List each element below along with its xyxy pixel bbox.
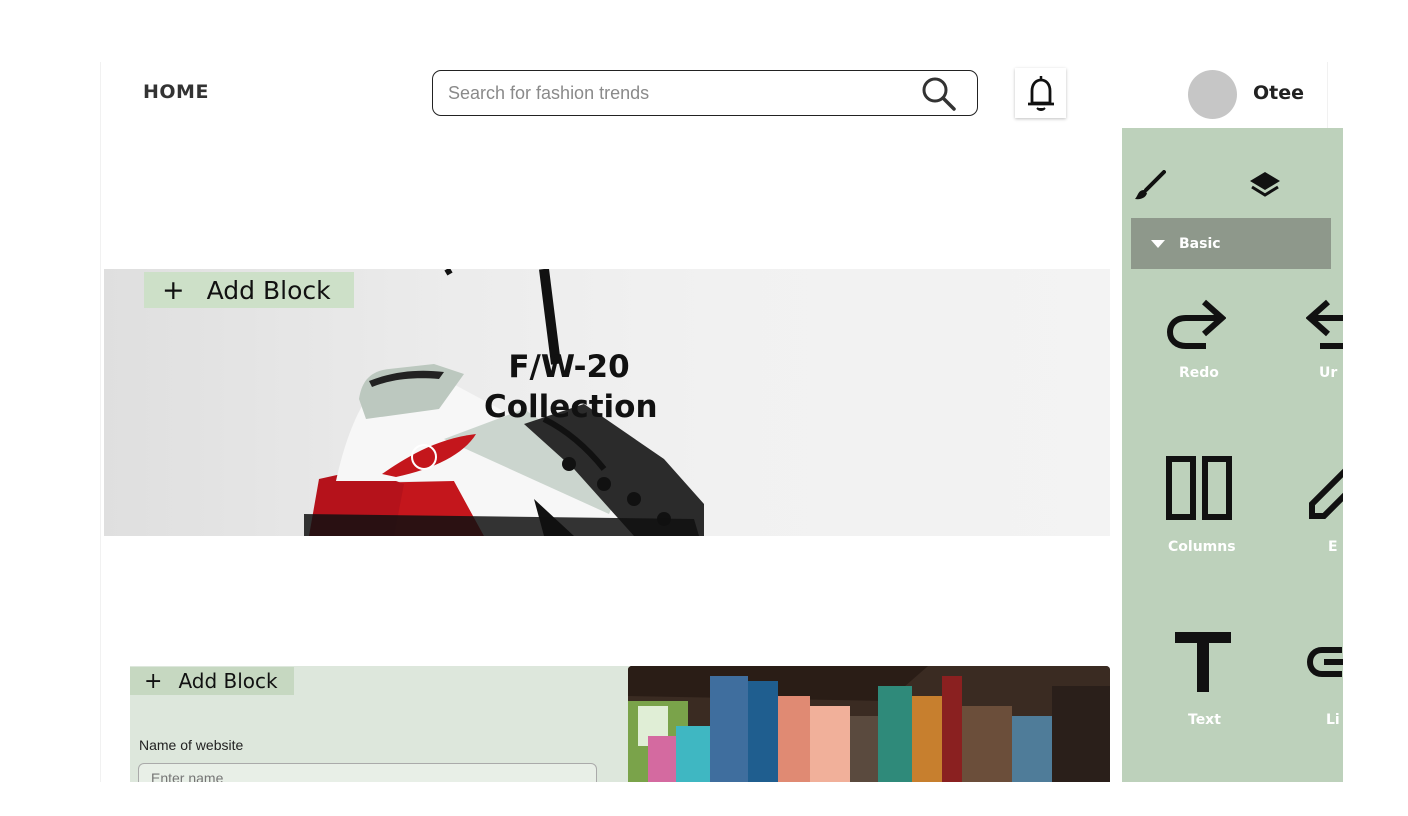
undo-label: Ur	[1319, 365, 1338, 381]
search-bar[interactable]	[432, 70, 978, 116]
home-link[interactable]: HOME	[143, 81, 209, 103]
search-input[interactable]	[448, 81, 898, 105]
plus-icon: +	[162, 274, 185, 306]
search-icon[interactable]	[919, 75, 959, 113]
add-block-button[interactable]: + Add Block	[144, 272, 354, 308]
bell-icon	[1027, 76, 1054, 111]
brush-icon[interactable]	[1134, 170, 1166, 202]
caret-down-icon	[1151, 239, 1165, 248]
add-block-label: Add Block	[206, 275, 331, 305]
clothes-market-photo	[628, 666, 1110, 782]
page-right-edge	[1327, 62, 1328, 132]
website-name-label: Name of website	[139, 737, 244, 753]
avatar[interactable]	[1188, 70, 1237, 119]
page-bottom	[0, 782, 1408, 816]
notification-button[interactable]	[1015, 68, 1066, 118]
redo-label: Redo	[1179, 365, 1219, 381]
text-icon[interactable]	[1175, 632, 1231, 692]
text-label: Text	[1188, 712, 1221, 728]
category-label: Basic	[1179, 235, 1221, 252]
hero-banner: F/W-20 Collection	[104, 269, 1110, 536]
hero-title-line1: F/W-20	[508, 349, 630, 385]
add-block-button-2[interactable]: + Add Block	[130, 667, 294, 695]
link-label: Li	[1326, 712, 1340, 728]
basic-category-toggle[interactable]: Basic	[1131, 218, 1331, 269]
market-image	[628, 666, 1110, 782]
add-block-label: Add Block	[178, 669, 278, 693]
viewport-clip	[1343, 128, 1408, 788]
edit-label: E	[1328, 539, 1338, 555]
plus-icon: +	[144, 668, 163, 694]
username[interactable]: Otee	[1253, 82, 1304, 104]
columns-label: Columns	[1168, 539, 1236, 555]
page-left-edge	[100, 62, 101, 782]
layers-icon[interactable]	[1248, 170, 1282, 202]
redo-icon[interactable]	[1166, 296, 1226, 350]
hero-title: F/W-20 Collection	[484, 347, 658, 427]
columns-icon[interactable]	[1165, 455, 1237, 521]
hero-title-line2: Collection	[484, 389, 658, 425]
